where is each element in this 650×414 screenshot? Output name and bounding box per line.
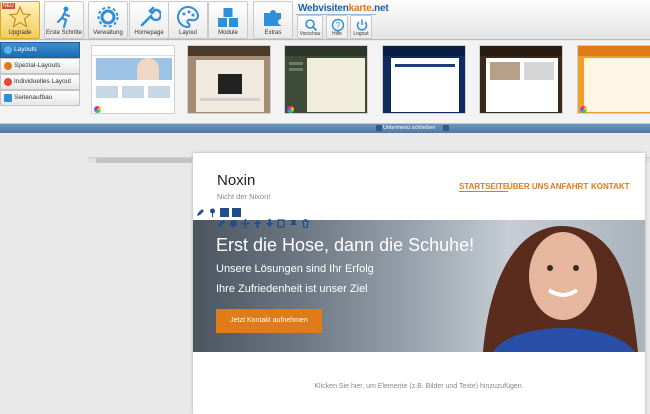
hero-subtitle-2[interactable]: Ihre Zufriedenheit ist unser Ziel bbox=[216, 283, 368, 295]
vorschau-label: Vorschau bbox=[299, 31, 321, 37]
website-preview: Noxin Nicht der Nixon! STARTSEITE ÜBER U… bbox=[193, 153, 645, 414]
layouts-icon bbox=[4, 46, 12, 54]
collapse-arrow-icon bbox=[443, 125, 449, 131]
site-tagline[interactable]: Nicht der Nixon! bbox=[217, 192, 270, 201]
brand-logo: Webvisitenkarte.net bbox=[298, 3, 389, 14]
module-label: Module bbox=[218, 30, 238, 36]
hero-subtitle-1[interactable]: Unsere Lösungen sind Ihr Erfolg bbox=[216, 263, 374, 275]
power-icon bbox=[356, 19, 368, 31]
close-submenu-bar[interactable]: Untermenü schließen bbox=[0, 124, 650, 133]
layout-thumbnail-3[interactable] bbox=[284, 45, 368, 114]
layout-thumbnail-4[interactable] bbox=[382, 45, 466, 114]
category-layouts[interactable]: Layouts bbox=[0, 42, 80, 58]
down-icon[interactable] bbox=[265, 219, 274, 228]
upgrade-button[interactable]: NEU Upgrade bbox=[0, 1, 40, 39]
hilfe-button[interactable]: ? Hilfe bbox=[326, 15, 348, 39]
heart-icon bbox=[4, 78, 12, 86]
category-label: Layouts bbox=[14, 46, 37, 53]
puzzle-icon bbox=[264, 10, 281, 26]
wrench-icon bbox=[140, 6, 161, 27]
upgrade-label: Upgrade bbox=[8, 30, 32, 36]
search-icon bbox=[305, 19, 318, 32]
edit-icon[interactable] bbox=[217, 219, 226, 228]
nav-anfahrt[interactable]: ANFAHRT bbox=[550, 182, 588, 191]
collapse-arrow-icon bbox=[376, 125, 382, 131]
category-individuelles-layout[interactable]: Individuelles Layout bbox=[0, 74, 80, 90]
homepage-label: Homepage bbox=[134, 30, 164, 36]
svg-text:?: ? bbox=[336, 21, 341, 30]
cubes-icon bbox=[218, 8, 238, 27]
contact-cta-button[interactable]: Jetzt Kontakt aufnehmen bbox=[216, 309, 322, 333]
grid-icon[interactable] bbox=[220, 208, 229, 217]
help-icon: ? bbox=[331, 18, 345, 32]
module-button[interactable]: Module bbox=[208, 1, 248, 39]
logout-button[interactable]: Logout bbox=[350, 15, 372, 39]
layout-thumbnail-5[interactable] bbox=[479, 45, 563, 114]
site-logo[interactable]: Noxin bbox=[217, 172, 255, 189]
pushpin-icon[interactable] bbox=[289, 219, 298, 228]
layout-button[interactable]: Layout bbox=[168, 1, 208, 39]
structure-icon bbox=[4, 94, 12, 102]
pin-icon[interactable] bbox=[208, 208, 217, 217]
scrollbar-thumb[interactable] bbox=[96, 158, 192, 163]
verwaltung-label: Verwaltung bbox=[93, 30, 123, 36]
extras-label: Extras bbox=[264, 30, 282, 36]
verwaltung-button[interactable]: Verwaltung bbox=[88, 1, 128, 39]
category-label: Spezial-Layouts bbox=[14, 62, 61, 69]
main-toolbar: NEU Upgrade Erste Schritte Verwaltung Ho… bbox=[0, 0, 650, 40]
color-wheel-icon bbox=[580, 106, 587, 113]
pencil-icon[interactable] bbox=[196, 208, 205, 217]
special-icon bbox=[4, 62, 12, 70]
palette-icon bbox=[177, 5, 200, 29]
category-label: Individuelles Layout bbox=[14, 78, 72, 85]
layout-label: Layout bbox=[178, 30, 197, 36]
edit-toolbar bbox=[193, 207, 323, 229]
hero-banner[interactable]: Erst die Hose, dann die Schuhe! Unsere L… bbox=[193, 220, 645, 352]
category-seitenaufbau[interactable]: Seitenaufbau bbox=[0, 90, 80, 106]
hilfe-label: Hilfe bbox=[331, 31, 342, 37]
logout-label: Logout bbox=[353, 31, 369, 37]
vorschau-button[interactable]: Vorschau bbox=[297, 15, 323, 39]
layout-thumbnail-2[interactable] bbox=[187, 45, 271, 114]
add-elements-hint[interactable]: Klicken Sie hier, um Elemente (z.B. Bild… bbox=[193, 383, 645, 390]
color-wheel-icon bbox=[287, 106, 294, 113]
extras-button[interactable]: Extras bbox=[253, 1, 293, 39]
settings-icon[interactable] bbox=[229, 219, 238, 228]
trash-icon[interactable] bbox=[301, 219, 310, 228]
color-wheel-icon bbox=[94, 106, 101, 113]
layout-thumbnail-6[interactable] bbox=[577, 45, 650, 114]
runner-icon bbox=[56, 6, 71, 29]
nav-startseite[interactable]: STARTSEITE bbox=[459, 182, 509, 192]
copy-icon[interactable] bbox=[277, 219, 286, 228]
layout-thumbnail-1[interactable] bbox=[91, 45, 175, 114]
layout-panel: Layouts Spezial-Layouts Individuelles La… bbox=[0, 41, 650, 163]
category-spezial-layouts[interactable]: Spezial-Layouts bbox=[0, 58, 80, 74]
hero-person-image bbox=[483, 226, 638, 352]
homepage-button[interactable]: Homepage bbox=[129, 1, 169, 39]
move-icon[interactable] bbox=[241, 219, 250, 228]
gear-icon bbox=[97, 6, 119, 28]
erste-schritte-button[interactable]: Erste Schritte bbox=[44, 1, 84, 39]
category-label: Seitenaufbau bbox=[14, 94, 53, 101]
close-submenu-label: Untermenü schließen bbox=[383, 125, 436, 131]
erste-schritte-label: Erste Schritte bbox=[45, 30, 82, 36]
grid-icon[interactable] bbox=[232, 208, 241, 217]
hero-title[interactable]: Erst die Hose, dann die Schuhe! bbox=[216, 235, 474, 256]
up-icon[interactable] bbox=[253, 219, 262, 228]
new-badge: NEU bbox=[2, 3, 15, 9]
nav-ueber-uns[interactable]: ÜBER UNS bbox=[507, 182, 549, 191]
nav-kontakt[interactable]: KONTAKT bbox=[591, 182, 630, 191]
